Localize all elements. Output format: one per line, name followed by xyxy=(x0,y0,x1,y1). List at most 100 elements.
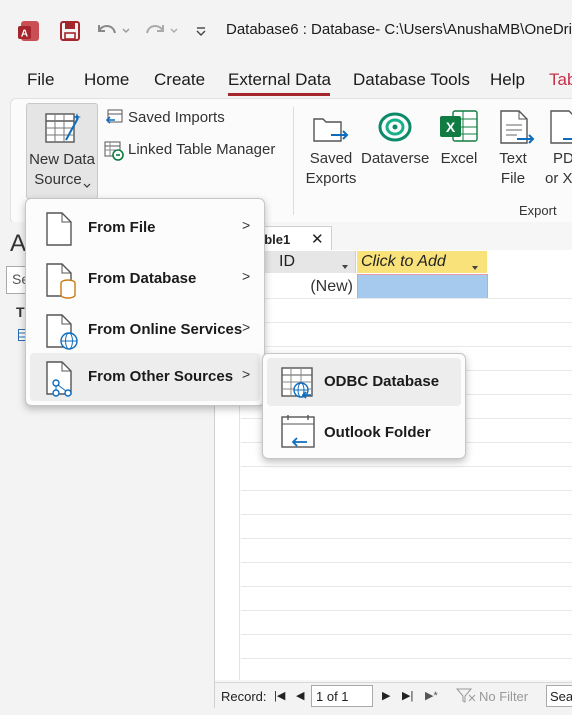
last-record-icon[interactable]: ▶| xyxy=(402,689,413,702)
record-position-input[interactable]: 1 of 1 xyxy=(311,685,373,707)
pdf-label-1[interactable]: PDF xyxy=(553,149,572,169)
column-header-click-to-add[interactable]: Click to Add xyxy=(357,251,487,273)
previous-record-icon[interactable]: ◀ xyxy=(296,689,304,702)
next-record-icon[interactable]: ▶ xyxy=(382,689,390,702)
text-file-label-1[interactable]: Text xyxy=(495,149,531,169)
export-group-label: Export xyxy=(519,203,557,218)
menu-item-from-file[interactable]: From File > xyxy=(30,204,260,252)
new-data-source-button[interactable]: New Data Source xyxy=(26,103,98,199)
access-logo-icon: A xyxy=(16,18,42,44)
saved-imports-button[interactable]: Saved Imports xyxy=(128,108,225,128)
nav-group-header[interactable]: T xyxy=(16,304,25,320)
menu-item-from-database-label: From Database xyxy=(88,270,197,287)
other-sources-icon xyxy=(44,361,74,397)
grid-line xyxy=(241,490,572,491)
document-area: able1 ✕ ID Click to Add (New) Record: |◀… xyxy=(214,222,572,715)
grid-line xyxy=(241,346,572,347)
record-label: Record: xyxy=(221,689,267,704)
text-file-label-2[interactable]: File xyxy=(495,169,531,189)
dataverse-icon[interactable] xyxy=(376,111,414,150)
close-icon[interactable]: ✕ xyxy=(311,230,324,248)
menu-item-outlook-folder[interactable]: Outlook Folder xyxy=(267,409,461,457)
chevron-down-icon xyxy=(83,176,91,194)
saved-exports-label-2[interactable]: Exports xyxy=(303,169,359,189)
new-data-source-label-2: Source xyxy=(34,171,82,188)
grid-line xyxy=(241,562,572,563)
first-record-icon[interactable]: |◀ xyxy=(274,689,285,702)
new-data-source-menu: From File > From Database > From Online … xyxy=(25,198,265,406)
tab-home[interactable]: Home xyxy=(84,70,129,90)
grid-line xyxy=(241,538,572,539)
datasheet-search-placeholder: Sear xyxy=(550,689,572,704)
window-title: Database6 : Database- C:\Users\AnushaMB\… xyxy=(226,21,572,38)
tab-file[interactable]: File xyxy=(27,70,54,90)
globe-icon xyxy=(44,314,78,350)
svg-text:A: A xyxy=(21,29,28,40)
excel-icon[interactable]: X xyxy=(439,109,479,150)
menu-item-from-online-services-label: From Online Services xyxy=(88,321,243,338)
new-record-label: (New) xyxy=(310,278,353,295)
grid-line xyxy=(241,466,572,467)
odbc-database-icon xyxy=(281,365,317,406)
save-icon[interactable] xyxy=(58,18,82,44)
new-record-icon[interactable]: ▶* xyxy=(425,689,438,702)
menu-item-from-other-sources[interactable]: From Other Sources > xyxy=(30,353,260,401)
customize-toolbar-icon[interactable] xyxy=(192,18,210,44)
pdf-icon[interactable] xyxy=(547,109,572,152)
menu-item-odbc-database[interactable]: ODBC Database xyxy=(267,358,461,406)
saved-exports-icon[interactable] xyxy=(311,111,357,147)
status-bar xyxy=(0,708,572,715)
text-file-icon[interactable] xyxy=(495,109,535,152)
undo-icon[interactable] xyxy=(92,18,132,44)
linked-table-manager-icon xyxy=(104,141,124,166)
file-icon xyxy=(44,212,74,246)
svg-text:X: X xyxy=(446,119,456,135)
other-sources-submenu: ODBC Database Outlook Folder xyxy=(262,353,466,459)
chevron-right-icon: > xyxy=(242,319,251,335)
pdf-label-2[interactable]: or X xyxy=(545,169,572,189)
new-table-icon xyxy=(44,110,82,151)
dataverse-button[interactable]: Dataverse xyxy=(361,149,429,169)
tab-external-data[interactable]: External Data xyxy=(228,70,331,90)
menu-item-from-database[interactable]: From Database > xyxy=(30,255,260,303)
database-icon xyxy=(44,263,76,299)
linked-table-manager-button[interactable]: Linked Table Manager xyxy=(128,140,275,160)
new-data-source-label-1: New Data xyxy=(29,151,95,168)
dropdown-arrow-icon[interactable] xyxy=(341,257,349,275)
saved-imports-icon xyxy=(104,109,124,132)
ribbon-tabs: File Home Create External Data Database … xyxy=(0,62,572,98)
nav-pane-title: A xyxy=(10,230,27,257)
menu-item-odbc-database-label: ODBC Database xyxy=(324,373,440,390)
ribbon-separator xyxy=(293,107,294,215)
tab-create[interactable]: Create xyxy=(154,70,205,90)
grid-line xyxy=(241,298,572,299)
record-position-value: 1 of 1 xyxy=(316,689,349,704)
tab-help[interactable]: Help xyxy=(490,70,525,90)
grid-line xyxy=(241,514,572,515)
column-header-id-label: ID xyxy=(279,253,295,270)
document-tab[interactable]: able1 ✕ xyxy=(255,226,332,253)
active-tab-indicator xyxy=(228,93,330,96)
menu-item-from-file-label: From File xyxy=(88,219,156,236)
record-navigation-bar: Record: |◀ ◀ 1 of 1 ▶ ▶| ▶* No Filter Se… xyxy=(215,682,572,709)
datasheet-grid: ID Click to Add (New) xyxy=(215,250,572,680)
redo-icon[interactable] xyxy=(140,18,180,44)
datasheet-search-input[interactable]: Sear xyxy=(546,685,572,707)
grid-line xyxy=(241,586,572,587)
chevron-right-icon: > xyxy=(242,366,251,382)
menu-item-outlook-folder-label: Outlook Folder xyxy=(324,424,431,441)
filter-icon[interactable] xyxy=(455,687,477,706)
outlook-folder-icon xyxy=(281,415,317,456)
excel-button[interactable]: Excel xyxy=(439,149,479,169)
selected-cell[interactable] xyxy=(357,274,488,299)
tab-table[interactable]: Tab xyxy=(549,70,572,90)
menu-item-from-online-services[interactable]: From Online Services > xyxy=(30,306,260,354)
tab-database-tools[interactable]: Database Tools xyxy=(353,70,470,90)
grid-line xyxy=(241,634,572,635)
title-bar: A Database6 : Database- C:\Users\AnushaM… xyxy=(0,0,572,62)
no-filter-label[interactable]: No Filter xyxy=(479,689,528,704)
grid-line xyxy=(241,610,572,611)
saved-exports-label-1[interactable]: Saved xyxy=(305,149,357,169)
grid-line xyxy=(241,658,572,659)
chevron-right-icon: > xyxy=(242,217,251,233)
